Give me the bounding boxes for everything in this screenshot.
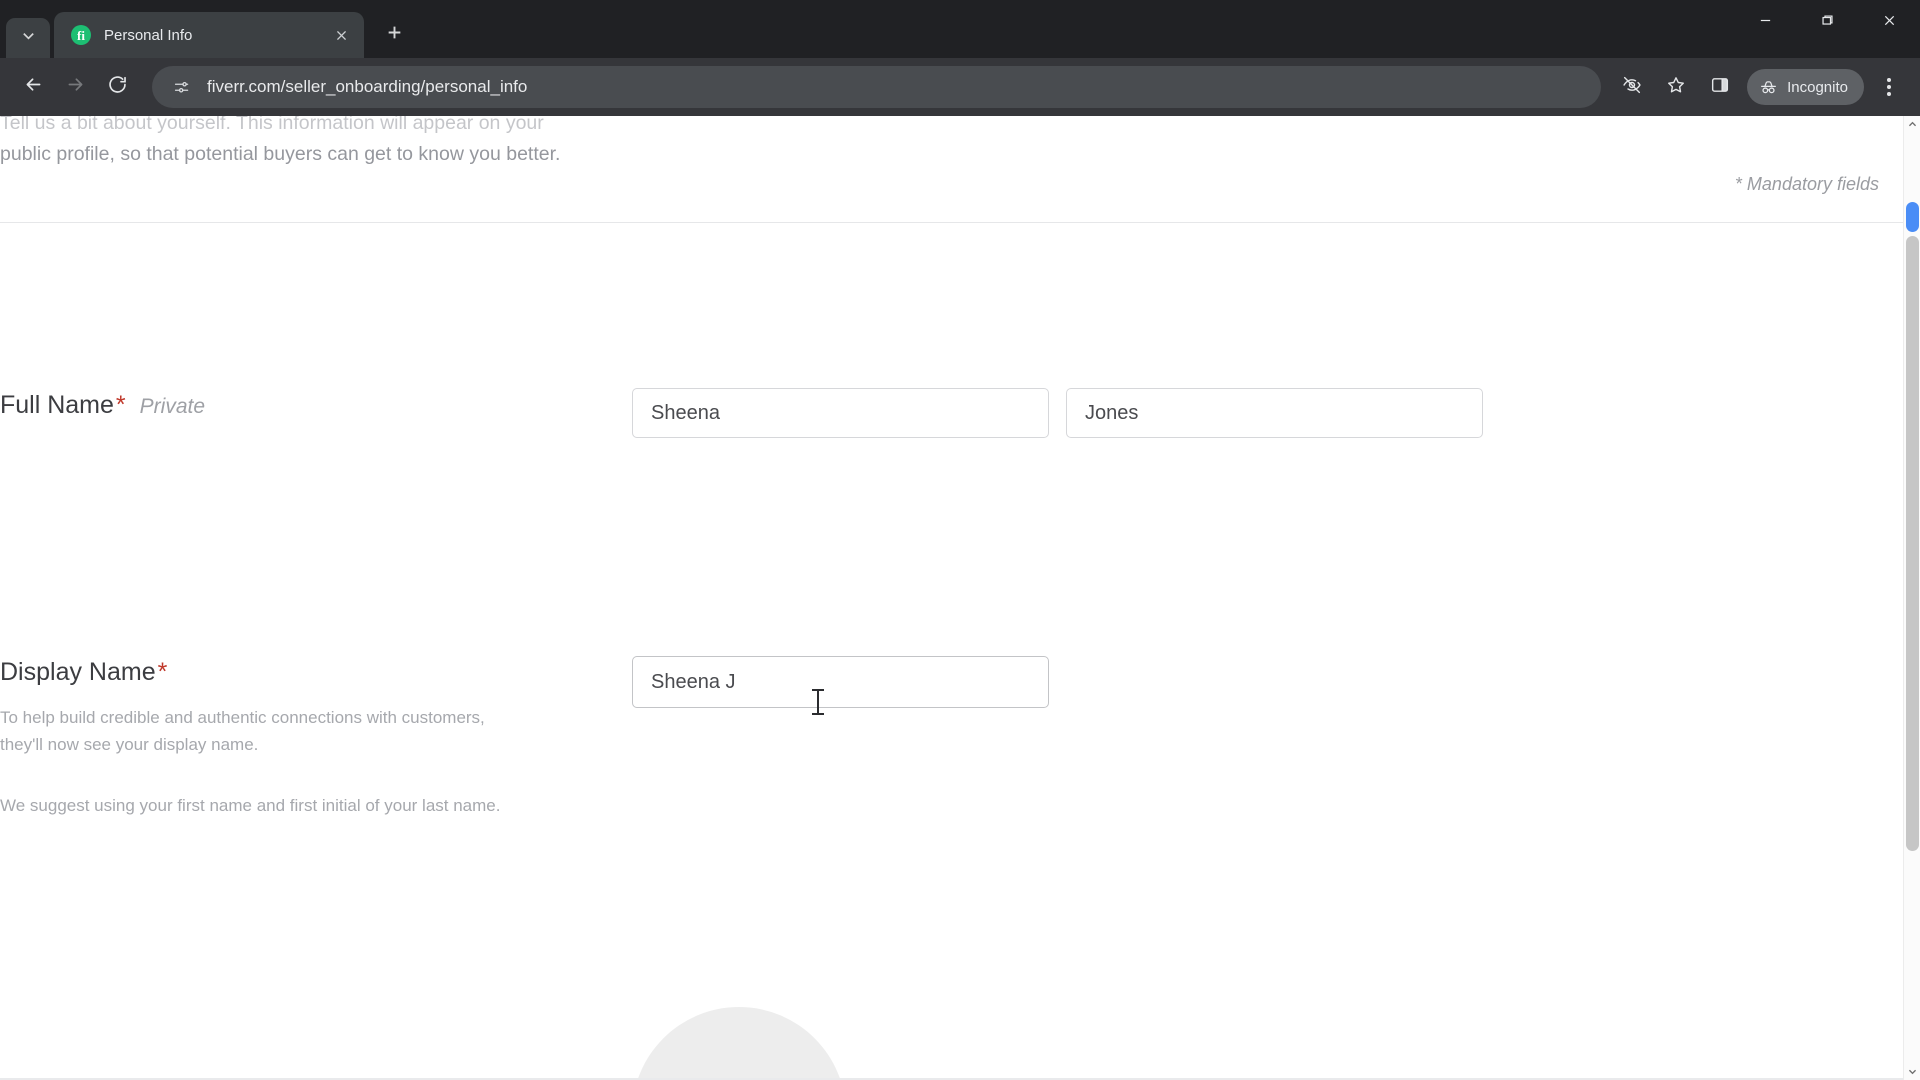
display-name-helper: To help build credible and authentic con… [0,704,560,758]
chevron-down-icon [1908,1063,1917,1080]
tab-strip: fi Personal Info [0,0,1920,58]
scroll-down-button[interactable] [1904,1063,1920,1080]
chrome-menu-button[interactable] [1870,66,1908,108]
tracking-protection-button[interactable] [1611,66,1653,108]
minimize-icon [1759,14,1772,32]
forward-button[interactable] [54,66,96,108]
last-name-input[interactable]: Jones [1066,388,1483,438]
back-button[interactable] [12,66,54,108]
intro-paragraph: Tell us a bit about yourself. This infor… [0,116,700,170]
scrollbar-find-marker [1906,202,1919,232]
reload-icon [107,74,128,100]
first-name-input[interactable]: Sheena [632,388,1049,438]
kebab-dot [1887,85,1891,89]
back-arrow-icon [23,74,44,100]
kebab-dot [1887,92,1891,96]
side-panel-icon [1710,75,1730,100]
tab-close-button[interactable] [329,23,353,47]
kebab-dot [1887,78,1891,82]
plus-icon [386,24,403,46]
favicon-fiverr: fi [71,25,91,45]
display-name-suggestion: We suggest using your first name and fir… [0,796,501,815]
eye-off-icon [1622,75,1642,100]
last-name-value: Jones [1085,401,1139,424]
full-name-label: Full Name [0,391,114,419]
new-tab-button[interactable] [377,18,411,52]
first-name-value: Sheena [651,401,720,424]
chevron-down-icon [21,28,36,48]
toolbar-actions: Incognito [1611,66,1908,108]
minimize-button[interactable] [1734,0,1796,46]
display-name-helper-line-2: they'll now see your display name. [0,735,259,754]
mandatory-fields-note: * Mandatory fields [1734,174,1879,194]
display-name-required-mark: * [157,658,168,686]
incognito-label: Incognito [1787,78,1848,96]
display-name-value: Sheena J [651,670,736,693]
browser-toolbar: fiverr.com/seller_onboarding/personal_in… [0,58,1920,116]
incognito-hat-icon [1759,78,1778,97]
forward-arrow-icon [65,74,86,100]
reload-button[interactable] [96,66,138,108]
personal-info-form: Tell us a bit about yourself. This infor… [0,116,1903,1080]
full-name-privacy-tag: Private [139,395,206,418]
scroll-up-button[interactable] [1904,116,1920,133]
url-text: fiverr.com/seller_onboarding/personal_in… [207,77,528,96]
close-icon [1883,14,1896,32]
side-panel-button[interactable] [1699,66,1741,108]
scrollbar-thumb[interactable] [1906,236,1919,851]
maximize-button[interactable] [1796,0,1858,46]
display-name-input[interactable]: Sheena J [632,656,1049,708]
browser-tab[interactable]: fi Personal Info [54,12,364,58]
profile-avatar[interactable]: S [632,1007,846,1080]
address-bar[interactable]: fiverr.com/seller_onboarding/personal_in… [152,66,1602,108]
intro-line-2: public profile, so that potential buyers… [0,143,561,165]
display-name-label-group: Display Name * [0,658,167,687]
incognito-indicator[interactable]: Incognito [1747,69,1864,105]
window-controls [1734,0,1920,46]
full-name-required-mark: * [115,391,126,419]
chevron-up-icon [1908,116,1917,134]
browser-window: fi Personal Info fiverr.com/seller_onboa… [0,0,1920,1080]
display-name-helper-line-1: To help build credible and authentic con… [0,708,485,727]
tab-search-button[interactable] [6,18,50,58]
restore-icon [1821,14,1834,32]
bookmark-button[interactable] [1655,66,1697,108]
close-window-button[interactable] [1858,0,1920,46]
page-scrollbar[interactable] [1903,116,1920,1080]
tab-title: Personal Info [104,26,193,44]
page-viewport: Tell us a bit about yourself. This infor… [0,116,1920,1080]
page-settings-icon[interactable] [168,74,194,100]
section-divider [0,222,1903,223]
full-name-label-group: Full Name * Private [0,391,205,420]
display-name-label: Display Name [0,658,156,686]
intro-line-1: Tell us a bit about yourself. This infor… [0,116,544,134]
star-icon [1666,75,1686,100]
